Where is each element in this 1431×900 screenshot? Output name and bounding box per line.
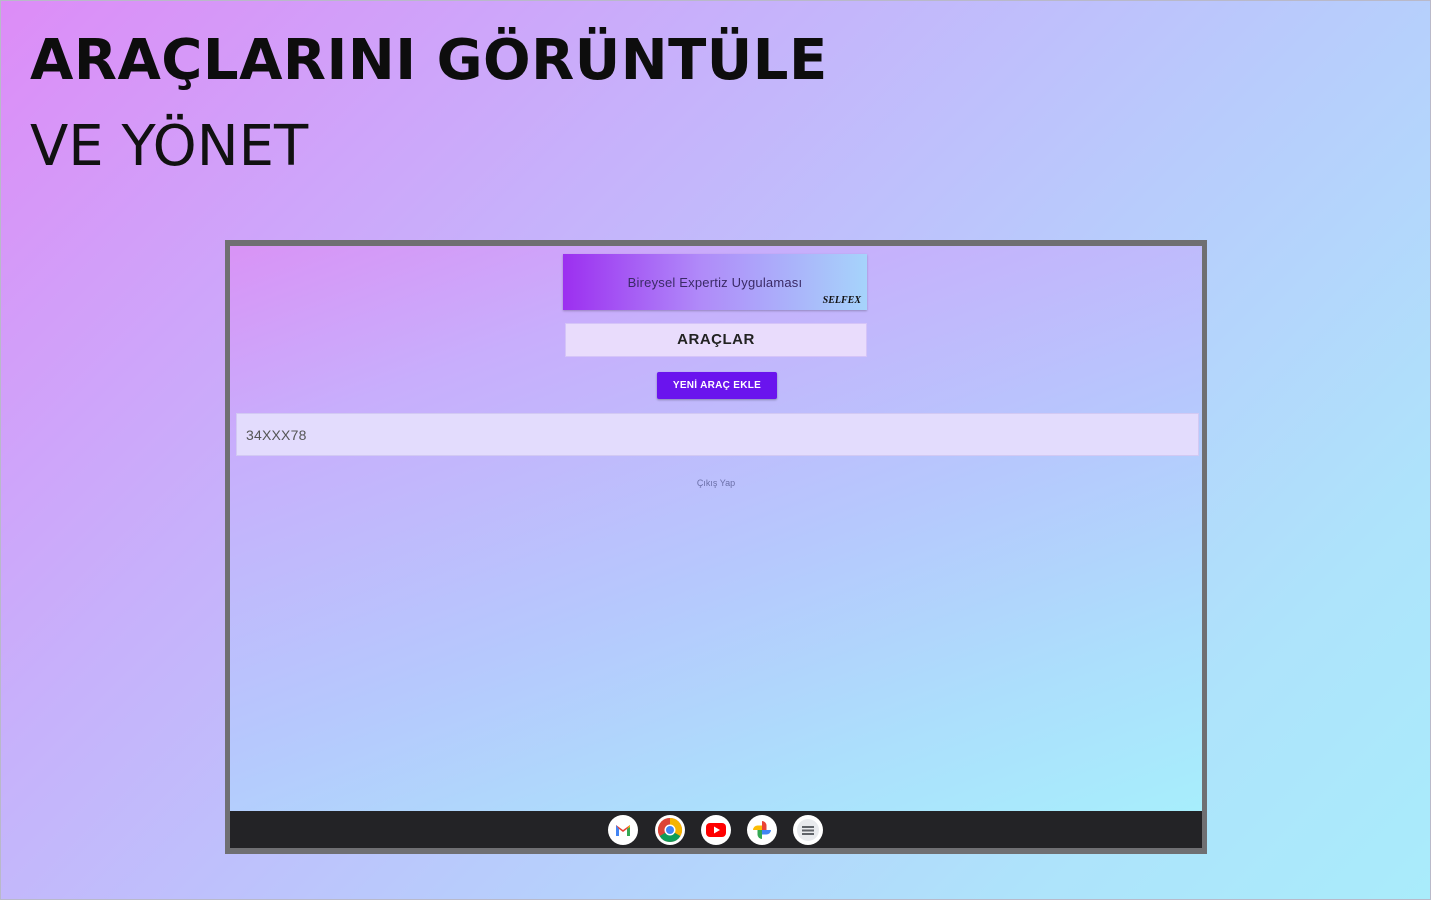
app-logo: SELFEX	[822, 295, 861, 306]
chrome-icon[interactable]	[655, 815, 685, 845]
promo-subtitle: VE YÖNET	[30, 114, 309, 179]
device-frame: Bireysel Expertiz Uygulaması SELFEX ARAÇ…	[225, 240, 1207, 854]
gmail-icon[interactable]	[608, 815, 638, 845]
youtube-icon[interactable]	[701, 815, 731, 845]
add-vehicle-button[interactable]: YENİ ARAÇ EKLE	[657, 372, 777, 399]
app-banner-text: Bireysel Expertiz Uygulaması	[627, 275, 803, 290]
vehicle-plate: 34XXX78	[246, 427, 307, 443]
app-banner: Bireysel Expertiz Uygulaması SELFEX	[563, 254, 867, 310]
taskbar-shelf	[230, 811, 1202, 848]
photos-icon[interactable]	[747, 815, 777, 845]
app-screen: Bireysel Expertiz Uygulaması SELFEX ARAÇ…	[230, 246, 1202, 811]
promo-title: ARAÇLARINI GÖRÜNTÜLE	[30, 28, 828, 93]
page-title: ARAÇLAR	[565, 323, 867, 357]
logout-link[interactable]: Çıkış Yap	[230, 478, 1202, 488]
list-item[interactable]: 34XXX78	[236, 413, 1199, 456]
files-icon[interactable]	[793, 815, 823, 845]
